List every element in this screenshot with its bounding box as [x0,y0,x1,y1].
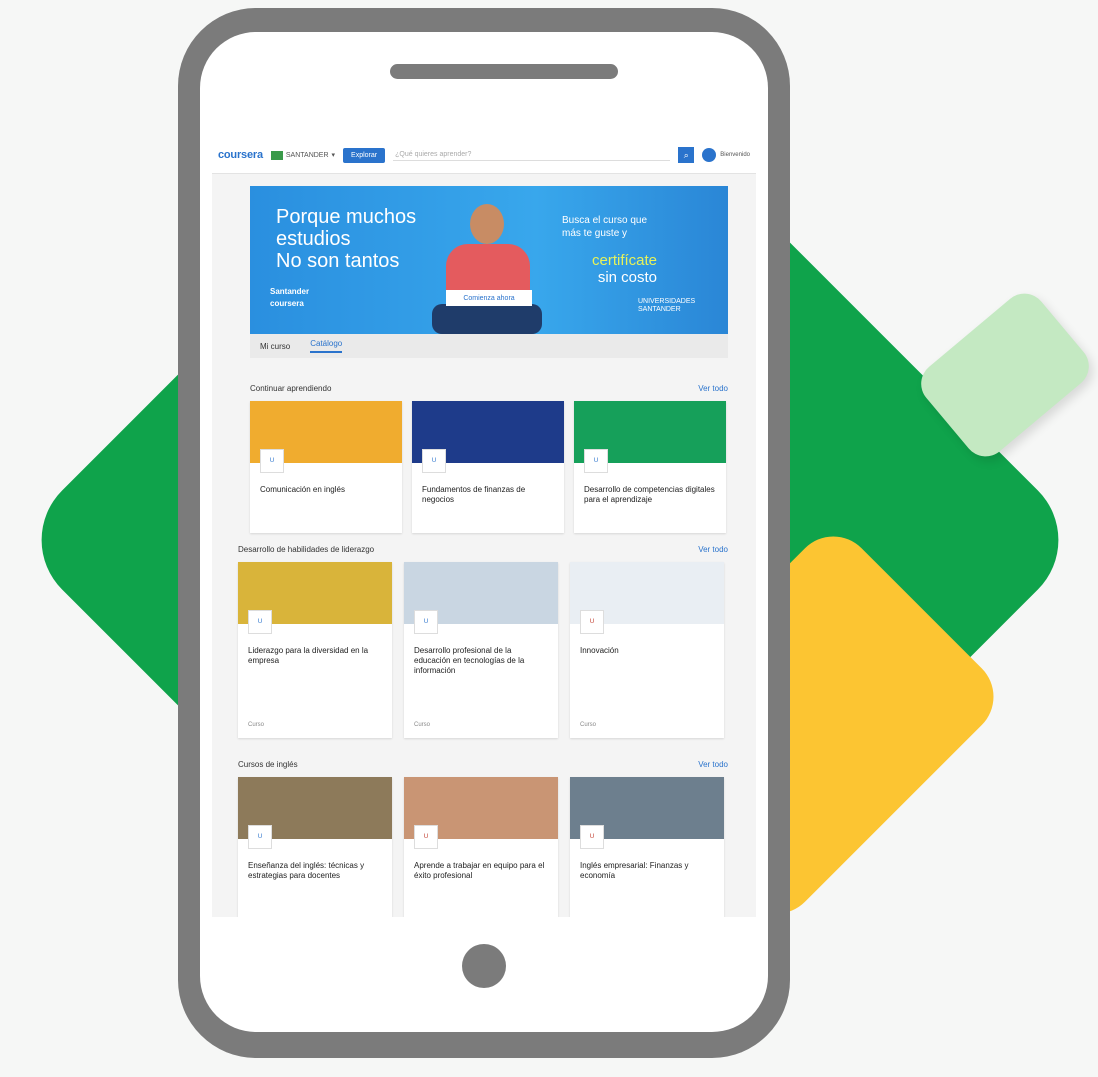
university-logo-icon: U [422,449,446,473]
university-logo-icon: U [580,610,604,634]
santander-logo: Santander [270,287,310,296]
tab-catalog[interactable]: Catálogo [310,339,343,353]
phone-frame: coursera SANTANDER ▾ Explorar ¿Qué quier… [178,8,790,1058]
university-logo-icon: U [248,825,272,849]
course-title: Innovación [580,646,619,655]
course-title: Inglés empresarial: Finanzas y economía [580,861,689,880]
course-image: U [412,401,564,473]
section-title: Desarrollo de habilidades de liderazgo [238,545,375,554]
tab-bar: Mi curso Catálogo [250,334,728,358]
course-type: Curso [414,722,431,728]
banner-certify-text: certifícate sin costo [592,252,658,286]
see-all-link[interactable]: Ver todo [698,760,728,769]
explore-button[interactable]: Explorar [343,147,386,163]
banner-cta-button[interactable]: Comienza ahora [446,290,532,306]
course-image: U [404,562,558,634]
course-card[interactable]: U Aprende a trabajar en equipo para el é… [404,777,558,917]
see-all-link[interactable]: Ver todo [698,545,728,554]
university-logo-icon: U [260,449,284,473]
coursera-banner-logo: coursera [270,299,304,308]
section-continue: Continuar aprendiendo Ver todo U Comunic… [212,384,756,533]
banner-line3: No son tantos [276,250,400,272]
course-image: U [574,401,726,473]
user-name: Bienvenido [720,152,750,158]
course-image: U [570,777,724,849]
search-input[interactable]: ¿Qué quieres aprender? [393,149,671,161]
university-logo-icon: U [584,449,608,473]
banner-line1: Porque muchos [276,206,417,228]
course-image: U [238,562,392,634]
section-english: Cursos de inglés Ver todo U Enseñanza de… [212,760,756,917]
tab-my-courses[interactable]: Mi curso [260,342,290,351]
course-image: U [570,562,724,634]
banner-headline: Porque muchos estudios No son tantos [276,206,416,272]
section-title: Continuar aprendiendo [250,384,332,393]
banner-person-illustration [432,204,542,334]
course-title: Enseñanza del inglés: técnicas y estrate… [248,861,365,880]
course-image: U [238,777,392,849]
university-logo-icon: U [580,825,604,849]
banner-brands: Santander coursera [270,286,309,310]
user-menu[interactable]: Bienvenido [702,148,750,162]
course-card[interactable]: U Desarrollo profesional de la educación… [404,562,558,738]
coursera-logo[interactable]: coursera [218,149,263,161]
course-title: Liderazgo para la diversidad en la empre… [248,646,369,665]
course-image: U [250,401,402,473]
course-card[interactable]: U Enseñanza del inglés: técnicas y estra… [238,777,392,917]
see-all-link[interactable]: Ver todo [698,384,728,393]
course-card[interactable]: U Fundamentos de finanzas de negocios [412,401,564,533]
section-header: Cursos de inglés Ver todo [238,760,728,769]
org-selector[interactable]: SANTANDER ▾ [270,150,336,160]
course-card[interactable]: U Inglés empresarial: Finanzas y economí… [570,777,724,917]
phone-speaker [390,64,618,79]
home-button[interactable] [462,944,506,988]
course-title: Comunicación en inglés [260,485,345,494]
promo-banner[interactable]: Porque muchos estudios No son tantos San… [250,186,728,334]
org-logo-icon [270,150,283,160]
course-card[interactable]: U Desarrollo de competencias digitales p… [574,401,726,533]
course-title: Desarrollo profesional de la educación e… [414,646,525,675]
university-logo-icon: U [414,610,438,634]
course-title: Aprende a trabajar en equipo para el éxi… [414,861,545,880]
course-image: U [404,777,558,849]
banner-line2: estudios [276,228,351,250]
phone-screen: coursera SANTANDER ▾ Explorar ¿Qué quier… [200,32,768,1032]
course-title: Desarrollo de competencias digitales par… [584,485,715,504]
course-type: Curso [580,722,597,728]
avatar [702,148,717,162]
section-leadership: Desarrollo de habilidades de liderazgo V… [212,545,756,738]
section-title: Cursos de inglés [238,760,298,769]
course-card[interactable]: U Liderazgo para la diversidad en la emp… [238,562,392,738]
section-header: Continuar aprendiendo Ver todo [250,384,728,393]
course-type: Curso [248,722,265,728]
org-label: SANTANDER [285,151,329,159]
chevron-down-icon: ▾ [331,152,336,159]
app-screen: coursera SANTANDER ▾ Explorar ¿Qué quier… [212,137,756,917]
university-logo-icon: U [414,825,438,849]
universidades-logo: UNIVERSIDADES SANTANDER [638,298,696,313]
course-card[interactable]: U Comunicación en inglés [250,401,402,533]
banner-subtext: Busca el curso que más te guste y [562,215,648,239]
search-icon[interactable]: ⌕ [678,147,695,163]
university-logo-icon: U [248,610,272,634]
top-navbar: coursera SANTANDER ▾ Explorar ¿Qué quier… [212,137,756,174]
course-card[interactable]: U Innovación Curso [570,562,724,738]
section-header: Desarrollo de habilidades de liderazgo V… [238,545,728,554]
course-title: Fundamentos de finanzas de negocios [422,485,526,504]
